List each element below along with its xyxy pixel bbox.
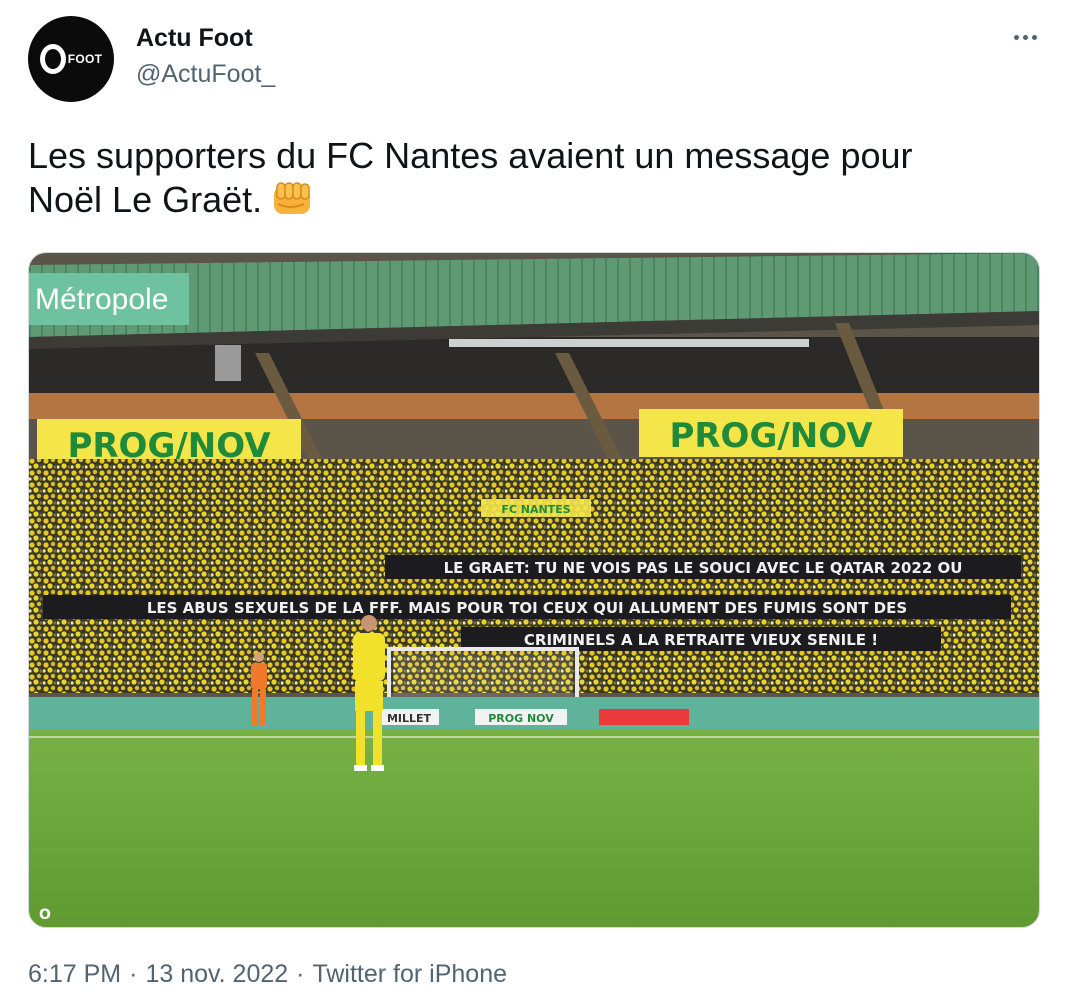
board-millet: MILLET: [387, 712, 432, 725]
avatar[interactable]: FOOT: [28, 16, 114, 102]
author-handle[interactable]: @ActuFoot_: [136, 60, 275, 89]
metropole-sign: Métropole: [35, 283, 168, 316]
tifo-banner-line-2: LES ABUS SEXUELS DE LA FFF. MAIS POUR TO…: [147, 599, 907, 617]
tifo-banner-line-3: CRIMINELS A LA RETRAITE VIEUX SENILE !: [524, 631, 878, 649]
board-prog-nov: PROG NOV: [488, 712, 554, 725]
tweet-photo[interactable]: Métropole PROG/NOV PROG/NOV FC NANTES LE…: [28, 252, 1040, 928]
banner-fc-nantes: FC NANTES: [501, 503, 570, 516]
meta-separator: ·: [129, 960, 138, 988]
more-dot-icon: [1031, 34, 1037, 40]
photo-watermark: O: [39, 907, 51, 923]
tweet-date[interactable]: 13 nov. 2022: [145, 960, 288, 988]
more-dot-icon: [1022, 34, 1028, 40]
tweet-source[interactable]: Twitter for iPhone: [312, 960, 507, 988]
oncoming-fist-emoji-icon: [274, 182, 311, 214]
stadium-photo: Métropole PROG/NOV PROG/NOV FC NANTES LE…: [29, 253, 1039, 927]
tweet-text-line-1: Les supporters du FC Nantes avaient un m…: [28, 135, 913, 176]
avatar-logo-text: FOOT: [67, 52, 103, 66]
tweet-text-line-2: Noël Le Graët.: [28, 179, 263, 220]
actufoot-logo: FOOT: [39, 44, 103, 74]
banner-prog-nov-right: PROG/NOV: [669, 416, 873, 456]
more-options-button[interactable]: [1005, 22, 1045, 52]
meta-separator: ·: [296, 960, 305, 988]
tweet-metadata: 6:17 PM · 13 nov. 2022 · Twitter for iPhone: [28, 960, 507, 989]
author-display-name[interactable]: Actu Foot: [136, 24, 253, 53]
tweet-time[interactable]: 6:17 PM: [28, 960, 121, 988]
tweet-text: Les supporters du FC Nantes avaient un m…: [28, 134, 1048, 222]
more-dot-icon: [1013, 34, 1019, 40]
tifo-banner-line-1: LE GRAET: TU NE VOIS PAS LE SOUCI AVEC L…: [444, 559, 963, 577]
